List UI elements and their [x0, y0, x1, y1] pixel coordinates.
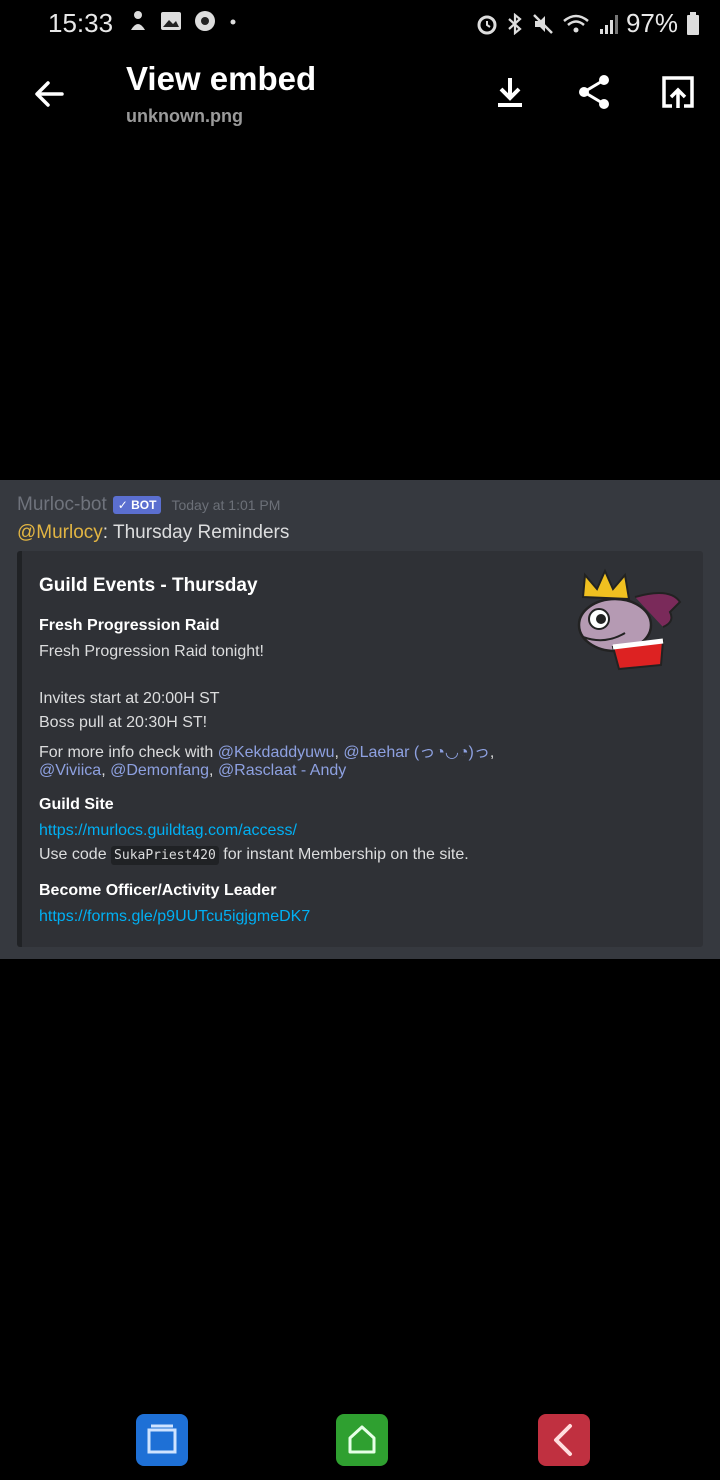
alarm-icon	[477, 15, 497, 34]
home-icon	[348, 1425, 376, 1454]
field-raid-line4-prefix: For more info check with	[39, 744, 218, 761]
wifi-icon	[563, 14, 589, 32]
field-raid-line2: Invites start at 20:00H ST	[39, 690, 220, 707]
field-raid-line3: Boss pull at 20:30H ST!	[39, 714, 208, 731]
page-title: View embed	[126, 60, 317, 97]
share-button[interactable]	[574, 72, 614, 112]
guild-site-code-line: Use code SukaPriest420 for instant Membe…	[39, 846, 469, 865]
field-raid-line4: For more info check with @Kekdaddyuwu, @…	[39, 744, 495, 761]
message-header: Murloc-bot ✓ BOT Today at 1:01 PM	[17, 494, 280, 516]
arrow-left-icon	[35, 81, 64, 107]
bot-badge: ✓ BOT	[112, 496, 162, 514]
battery-icon	[687, 11, 699, 35]
message-text: : Thursday Reminders	[102, 522, 290, 543]
status-notification-icons	[128, 10, 238, 32]
embed-title: Guild Events - Thursday	[39, 575, 258, 596]
chrome-icon	[195, 11, 215, 31]
mute-icon	[533, 13, 553, 34]
field-raid-line5: @Viviica, @Demonfang, @Rasclaat - Andy	[39, 762, 347, 779]
file-name: unknown.png	[126, 106, 243, 126]
guild-site-link[interactable]: https://murlocs.guildtag.com/access/	[39, 822, 297, 840]
download-button[interactable]	[490, 72, 530, 112]
mention-viviica[interactable]: @Viviica	[39, 762, 101, 779]
back-button[interactable]	[30, 74, 70, 114]
open-in-browser-button[interactable]	[658, 72, 698, 112]
mention-rasclaat[interactable]: @Rasclaat - Andy	[218, 762, 346, 779]
bot-author-name: Murloc-bot	[17, 494, 107, 515]
app-bar: View embed unknown.png	[0, 52, 720, 142]
signal-icon	[599, 14, 618, 34]
status-system-icons: 97%	[476, 8, 700, 39]
mention-laehar[interactable]: @Laehar (っ◔◡◔)っ	[343, 744, 489, 761]
chevron-left-icon	[554, 1424, 572, 1456]
guild-site-code-suffix: for instant Membership on the site.	[218, 846, 469, 863]
bluetooth-icon	[508, 12, 522, 35]
user-mention: @Murlocy	[17, 522, 103, 543]
home-button[interactable]	[336, 1414, 388, 1466]
membership-code: SukaPriest420	[111, 846, 219, 865]
status-time: 15:33	[48, 8, 114, 38]
embed-card: Guild Events - Thursday Fresh Progressio…	[17, 551, 703, 947]
embed-image[interactable]: Murloc-bot ✓ BOT Today at 1:01 PM @Murlo…	[0, 480, 720, 959]
status-bar: 15:33 97%	[0, 0, 720, 44]
recents-icon	[147, 1424, 177, 1454]
recents-button[interactable]	[136, 1414, 188, 1466]
field-name-guild-site: Guild Site	[39, 796, 114, 813]
message-timestamp: Today at 1:01 PM	[171, 497, 281, 513]
open-in-new-icon	[662, 76, 694, 108]
field-name-raid: Fresh Progression Raid	[39, 617, 220, 634]
field-name-officer: Become Officer/Activity Leader	[39, 882, 277, 899]
share-icon	[579, 75, 609, 109]
officer-form-link[interactable]: https://forms.gle/p9UUTcu5igjgmeDK7	[39, 908, 310, 926]
mention-demonfang[interactable]: @Demonfang	[110, 762, 209, 779]
battery-percent: 97%	[625, 8, 678, 38]
notification-icon	[131, 11, 145, 30]
system-back-button[interactable]	[538, 1414, 590, 1466]
field-raid-line1: Fresh Progression Raid tonight!	[39, 643, 264, 660]
message-content: @Murlocy: Thursday Reminders	[17, 522, 289, 544]
mention-kekdaddyuwu[interactable]: @Kekdaddyuwu	[218, 744, 335, 761]
more-notifications-icon	[230, 19, 236, 25]
download-icon	[498, 78, 522, 107]
guild-site-code-prefix: Use code	[39, 846, 112, 863]
murloc-king-thumbnail	[577, 568, 682, 671]
gallery-icon	[161, 12, 181, 30]
